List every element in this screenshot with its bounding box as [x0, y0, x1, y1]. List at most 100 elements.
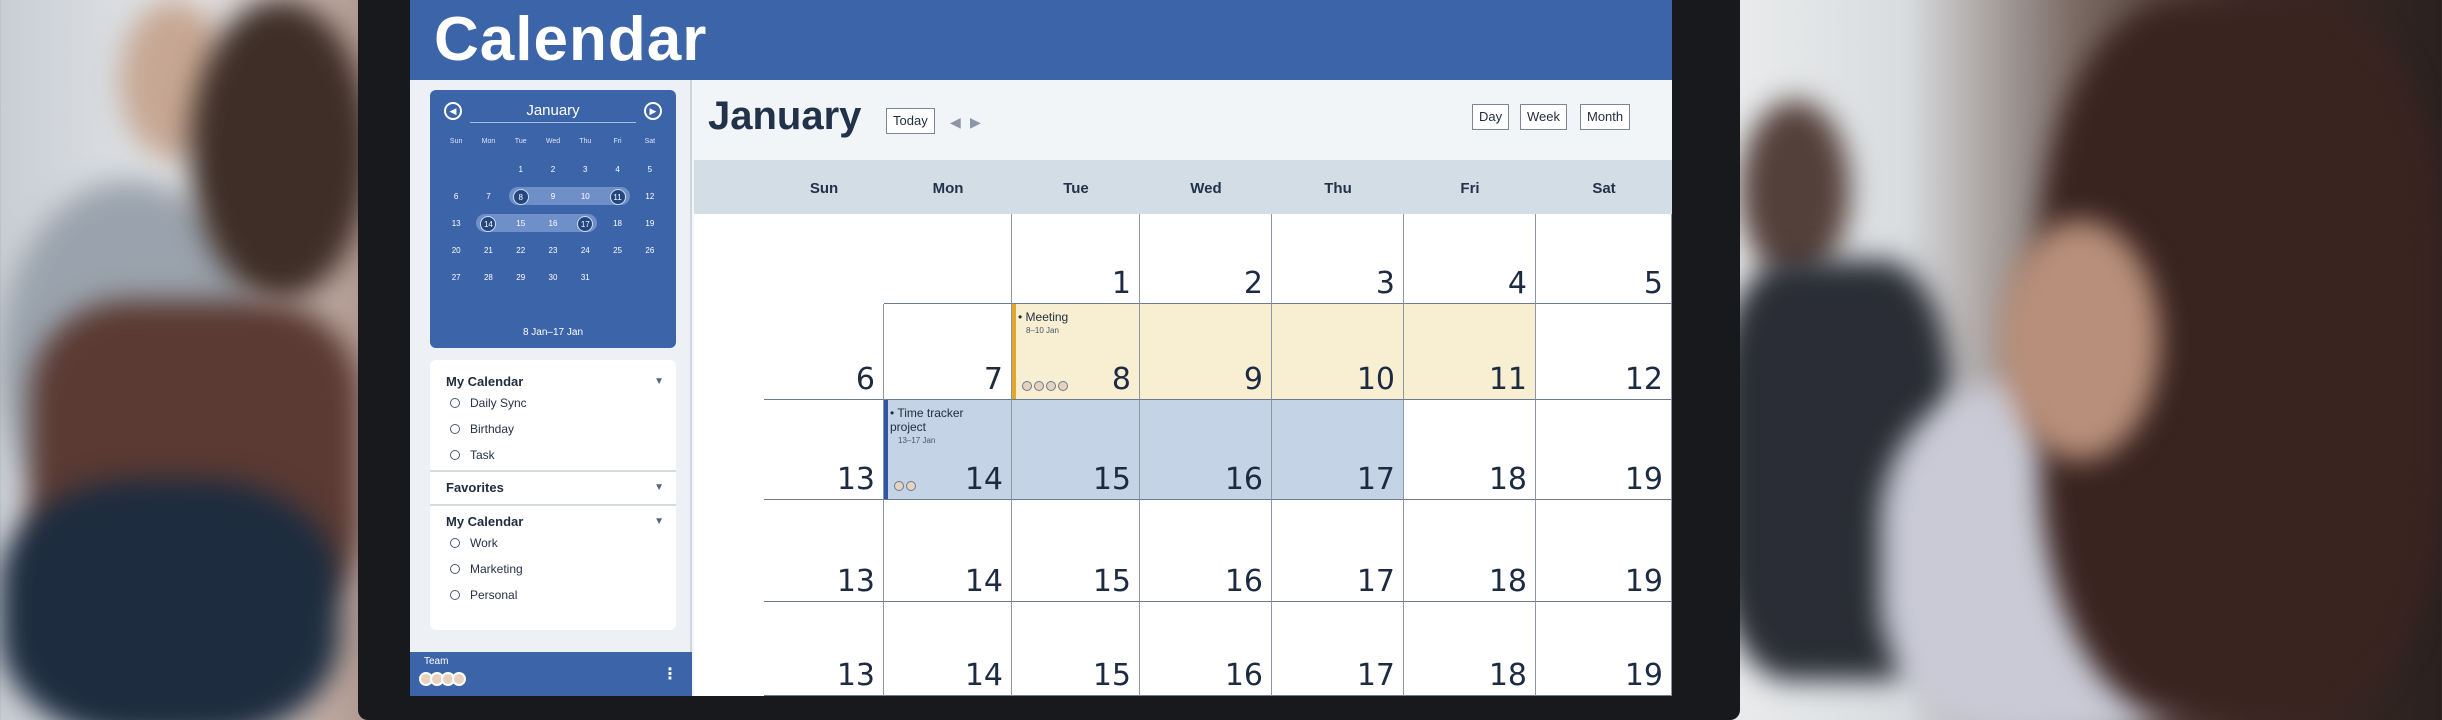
day-cell[interactable]: 15: [1012, 602, 1140, 696]
kebab-menu-icon[interactable]: ⋮: [662, 664, 678, 684]
caret-down-icon[interactable]: ▼: [654, 376, 664, 387]
day-cell[interactable]: 18: [1404, 602, 1536, 696]
day-number: 9: [1243, 362, 1263, 397]
mini-calendar-day[interactable]: 9: [537, 192, 569, 201]
mini-calendar-day[interactable]: 14: [472, 215, 504, 232]
chevron-right-icon[interactable]: ▶: [644, 102, 662, 120]
section-favorites[interactable]: Favorites: [446, 480, 504, 495]
day-cell[interactable]: 19: [1536, 602, 1672, 696]
day-cell[interactable]: 11: [1404, 304, 1536, 400]
mini-calendar-day[interactable]: 13: [440, 219, 472, 228]
view-day-button[interactable]: Day: [1472, 104, 1510, 130]
prev-arrow-icon[interactable]: ◀: [950, 114, 961, 131]
mini-calendar-day[interactable]: 18: [601, 219, 633, 228]
avatar: [906, 481, 916, 491]
day-cell[interactable]: 3: [1272, 214, 1404, 304]
day-number: 15: [1092, 658, 1131, 693]
today-button[interactable]: Today: [886, 108, 935, 134]
day-cell[interactable]: 15: [1012, 500, 1140, 602]
day-cell[interactable]: 6: [764, 304, 884, 400]
mini-calendar-day[interactable]: 19: [634, 219, 666, 228]
mini-calendar-day[interactable]: 26: [634, 246, 666, 255]
view-month-button[interactable]: Month: [1580, 104, 1631, 130]
calendar-item-task[interactable]: Task: [450, 448, 495, 462]
day-cell[interactable]: 15: [1012, 400, 1140, 500]
mini-calendar-day[interactable]: 23: [537, 246, 569, 255]
day-number: 8: [1111, 362, 1131, 397]
mini-calendar-day[interactable]: 15: [505, 219, 537, 228]
day-cell[interactable]: 13: [764, 500, 884, 602]
day-cell[interactable]: [884, 214, 1012, 304]
caret-down-icon[interactable]: ▼: [654, 516, 664, 527]
day-cell[interactable]: 2: [1140, 214, 1272, 304]
day-cell[interactable]: 13: [764, 602, 884, 696]
mini-calendar-day[interactable]: 29: [505, 273, 537, 282]
mini-calendar-day[interactable]: 12: [634, 192, 666, 201]
section-my-calendar-2[interactable]: My Calendar: [446, 514, 523, 529]
mini-calendar-day[interactable]: 8: [505, 188, 537, 205]
day-cell[interactable]: 19: [1536, 400, 1672, 500]
calendar-item-personal[interactable]: Personal: [449, 588, 517, 602]
mini-calendar-day[interactable]: 25: [601, 246, 633, 255]
event-meeting[interactable]: • Meeting 8–10 Jan: [1018, 310, 1068, 338]
day-cell[interactable]: 18: [1404, 400, 1536, 500]
day-cell[interactable]: 4: [1404, 214, 1536, 304]
caret-down-icon[interactable]: ▼: [654, 482, 664, 493]
day-number: 1: [1111, 266, 1131, 301]
day-cell[interactable]: 14: [884, 602, 1012, 696]
day-number: 15: [1092, 462, 1131, 497]
mini-calendar-day[interactable]: 7: [472, 192, 504, 201]
day-cell[interactable]: 16: [1140, 500, 1272, 602]
day-cell[interactable]: 8 • Meeting 8–10 Jan: [1012, 304, 1140, 400]
day-cell[interactable]: 13: [764, 400, 884, 500]
team-avatars[interactable]: [419, 672, 466, 686]
mini-calendar-day[interactable]: 6: [440, 192, 472, 201]
day-cell[interactable]: 14: [884, 500, 1012, 602]
mini-calendar-day[interactable]: 10: [569, 192, 601, 201]
day-cell[interactable]: 1: [1012, 214, 1140, 304]
day-cell[interactable]: 9: [1140, 304, 1272, 400]
day-cell[interactable]: 10: [1272, 304, 1404, 400]
mini-calendar-day[interactable]: 20: [440, 246, 472, 255]
avatar: [1046, 381, 1056, 391]
mini-calendar-day[interactable]: 28: [472, 273, 504, 282]
day-cell[interactable]: 17: [1272, 602, 1404, 696]
day-cell[interactable]: 17: [1272, 500, 1404, 602]
mini-calendar-day[interactable]: 16: [537, 219, 569, 228]
day-cell[interactable]: 19: [1536, 500, 1672, 602]
calendar-item-work[interactable]: Work: [450, 536, 498, 550]
mini-calendar-day[interactable]: 27: [440, 273, 472, 282]
section-my-calendar[interactable]: My Calendar: [446, 374, 523, 389]
day-cell[interactable]: 18: [1404, 500, 1536, 602]
mini-calendar-day[interactable]: 17: [569, 215, 601, 232]
mini-calendar-day[interactable]: 1: [505, 165, 537, 174]
day-cell[interactable]: 7: [884, 304, 1012, 400]
mini-calendar-range: 8 Jan–17 Jan: [522, 327, 584, 338]
calendar-item-daily-sync[interactable]: Daily Sync: [450, 396, 527, 410]
day-cell[interactable]: 16: [1140, 400, 1272, 500]
mini-calendar-day[interactable]: 24: [569, 246, 601, 255]
event-time-tracker[interactable]: • Time tracker project 13–17 Jan: [890, 406, 990, 448]
mini-calendar-day[interactable]: 31: [569, 273, 601, 282]
day-cell[interactable]: 14 • Time tracker project 13–17 Jan: [884, 400, 1012, 500]
day-cell[interactable]: 5: [1536, 214, 1672, 304]
mini-calendar-day-selected: 11: [609, 188, 626, 205]
mini-calendar-day[interactable]: 4: [601, 165, 633, 174]
calendar-item-marketing[interactable]: Marketing: [450, 562, 523, 576]
mini-calendar-day[interactable]: 3: [569, 165, 601, 174]
mini-calendar-day[interactable]: 2: [537, 165, 569, 174]
chevron-left-icon[interactable]: ◀: [444, 102, 462, 120]
mini-calendar-day[interactable]: 22: [505, 246, 537, 255]
day-cell[interactable]: 12: [1536, 304, 1672, 400]
calendar-item-birthday[interactable]: Birthday: [449, 422, 514, 436]
day-cell[interactable]: 17: [1272, 400, 1404, 500]
mini-calendar-day[interactable]: 11: [601, 188, 633, 205]
day-number: 17: [1356, 658, 1395, 693]
mini-calendar-day[interactable]: 5: [634, 165, 666, 174]
day-cell[interactable]: 16: [1140, 602, 1272, 696]
day-number: 18: [1488, 462, 1527, 497]
mini-calendar-day[interactable]: 21: [472, 246, 504, 255]
mini-calendar-day[interactable]: 30: [537, 273, 569, 282]
next-arrow-icon[interactable]: ▶: [970, 114, 981, 131]
view-week-button[interactable]: Week: [1520, 104, 1567, 130]
